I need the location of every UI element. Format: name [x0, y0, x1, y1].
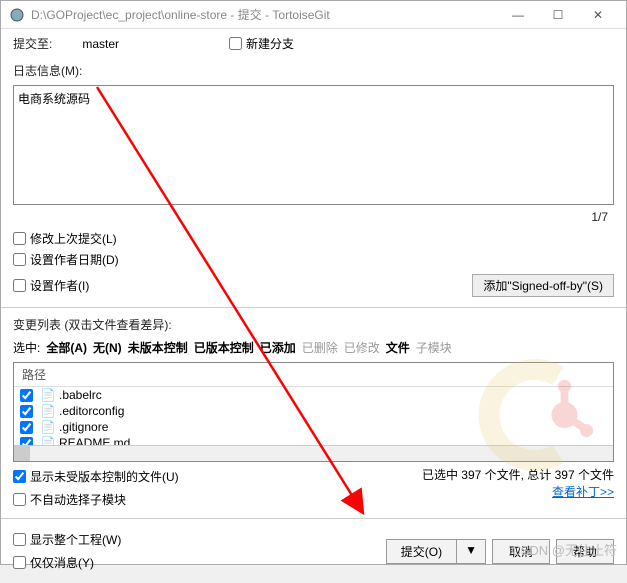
filter-files[interactable]: 文件 — [386, 339, 410, 356]
show-whole-project-checkbox[interactable]: 显示整个工程(W) — [13, 529, 121, 550]
file-icon: 📄 — [41, 404, 55, 418]
list-item[interactable]: 📄 .editorconfig — [14, 403, 613, 419]
file-list[interactable]: 路径 📄 .babelrc 📄 .editorconfig 📄 .gitigno… — [13, 362, 614, 462]
filter-none[interactable]: 无(N) — [93, 339, 122, 356]
char-counter: 1/7 — [1, 208, 626, 226]
new-branch-checkbox[interactable]: 新建分支 — [229, 33, 294, 54]
filter-versioned[interactable]: 已版本控制 — [194, 339, 254, 356]
horizontal-scrollbar[interactable] — [14, 445, 613, 461]
show-unversioned-checkbox[interactable]: 显示未受版本控制的文件(U) — [13, 466, 179, 487]
filter-all[interactable]: 全部(A) — [46, 339, 87, 356]
message-only-checkbox[interactable]: 仅仅消息(Y) — [13, 552, 121, 573]
column-path[interactable]: 路径 — [14, 363, 613, 387]
maximize-button[interactable]: ☐ — [538, 1, 578, 29]
filter-deleted: 已删除 — [302, 339, 338, 356]
titlebar: D:\GOProject\ec_project\online-store - 提… — [1, 1, 626, 29]
commit-to-label: 提交至: — [13, 35, 52, 52]
file-icon: 📄 — [41, 420, 55, 434]
list-item[interactable]: 📄 README.md — [14, 435, 613, 445]
commit-button[interactable]: 提交(O) ▼ — [386, 539, 486, 564]
branch-name: master — [82, 37, 119, 51]
selection-summary: 已选中 397 个文件, 总计 397 个文件 — [422, 466, 614, 483]
filter-unversioned[interactable]: 未版本控制 — [128, 339, 188, 356]
commit-dropdown[interactable]: ▼ — [457, 540, 485, 563]
minimize-button[interactable]: — — [498, 1, 538, 29]
list-item[interactable]: 📄 .gitignore — [14, 419, 613, 435]
window-title: D:\GOProject\ec_project\online-store - 提… — [31, 6, 498, 23]
select-label: 选中: — [13, 339, 40, 356]
close-button[interactable]: ✕ — [578, 1, 618, 29]
changelist-header: 变更列表 (双击文件查看差异): — [13, 316, 172, 333]
app-icon — [9, 7, 25, 23]
commit-dialog: D:\GOProject\ec_project\online-store - 提… — [0, 0, 627, 565]
log-message-label: 日志信息(M): — [13, 62, 82, 79]
list-item[interactable]: 📄 .babelrc — [14, 387, 613, 403]
set-author-date-checkbox[interactable]: 设置作者日期(D) — [13, 249, 614, 270]
view-patch-link[interactable]: 查看补丁>> — [552, 485, 614, 499]
log-message-input[interactable] — [13, 85, 614, 205]
new-branch-input[interactable] — [229, 37, 242, 50]
watermark-text: CSDN @无往止符 — [511, 540, 617, 559]
set-author-checkbox[interactable]: 设置作者(I) — [13, 275, 89, 296]
signed-off-button[interactable]: 添加"Signed-off-by"(S) — [472, 274, 614, 297]
no-auto-submodule-checkbox[interactable]: 不自动选择子模块 — [13, 489, 179, 510]
amend-checkbox[interactable]: 修改上次提交(L) — [13, 228, 614, 249]
filter-modified: 已修改 — [344, 339, 380, 356]
filter-submodules: 子模块 — [416, 339, 452, 356]
file-icon: 📄 — [41, 388, 55, 402]
filter-added[interactable]: 已添加 — [260, 339, 296, 356]
filter-row: 选中: 全部(A) 无(N) 未版本控制 已版本控制 已添加 已删除 已修改 文… — [1, 337, 626, 358]
file-icon: 📄 — [41, 436, 55, 445]
